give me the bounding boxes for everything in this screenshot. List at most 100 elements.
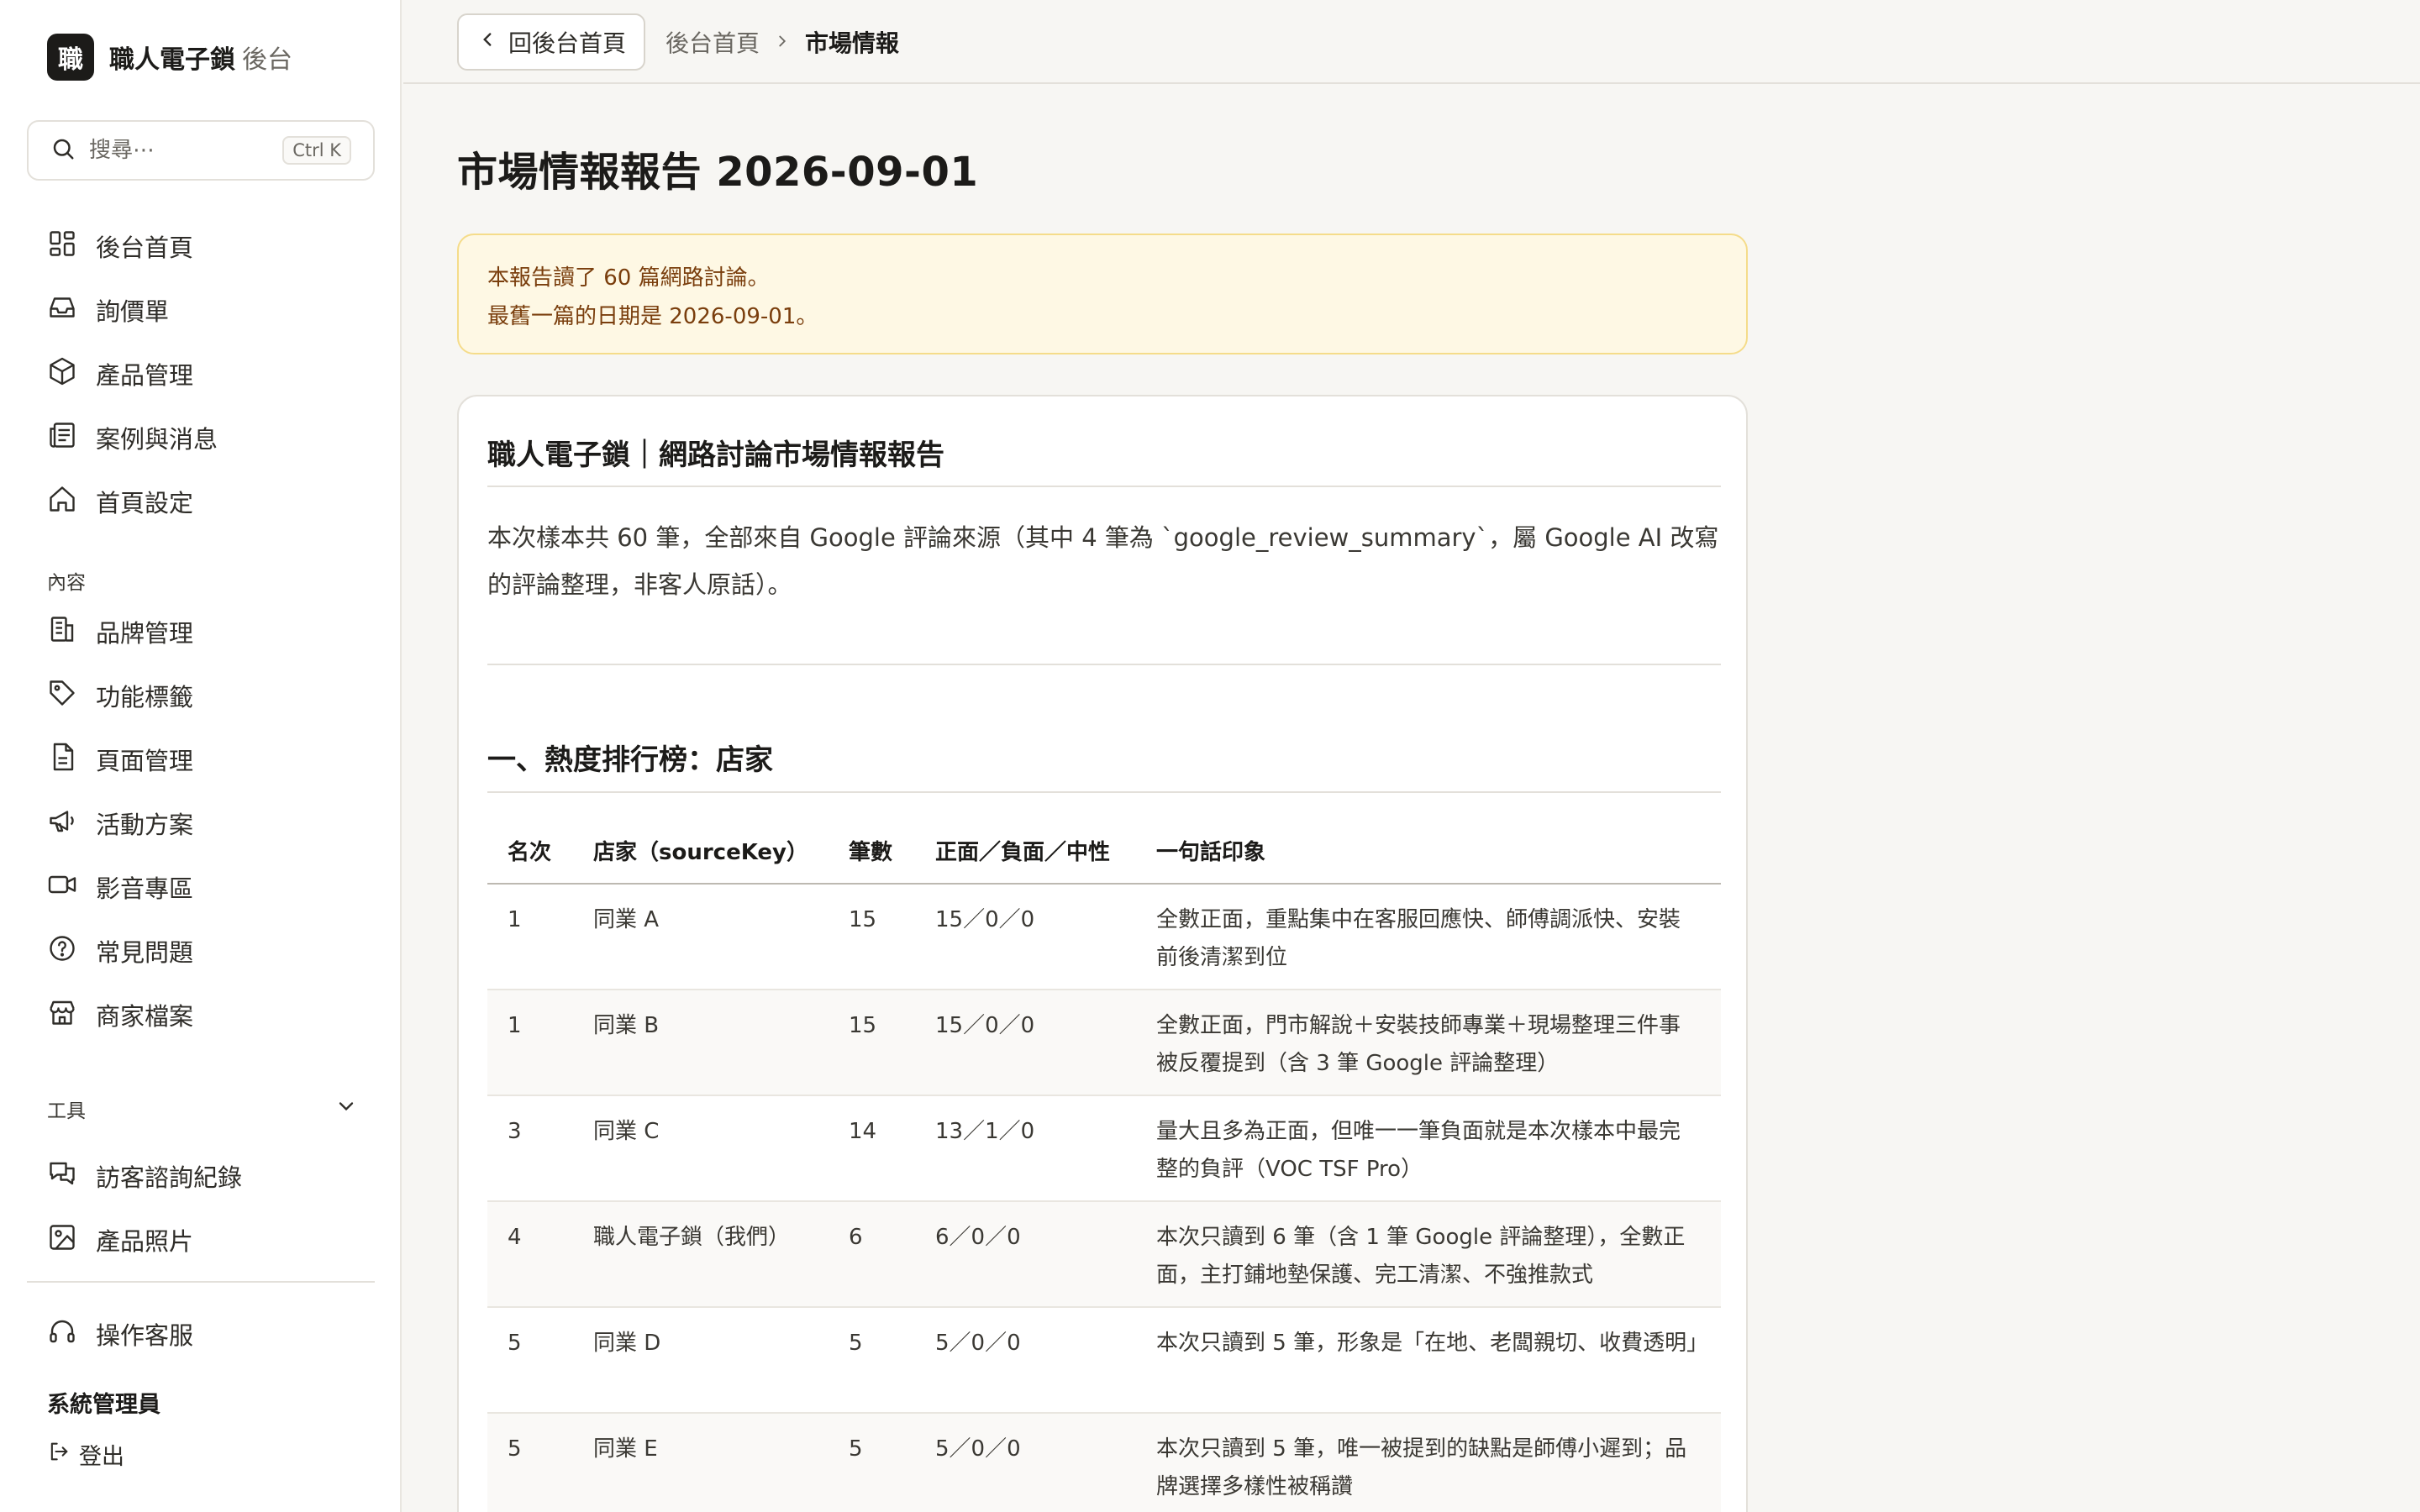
- divider: [487, 791, 1721, 793]
- report-intro: 本次樣本共 60 筆，全部來自 Google 評論來源（其中 4 筆為 `goo…: [487, 523, 1719, 599]
- divider: [487, 486, 1721, 487]
- sidebar-divider: [27, 1281, 375, 1283]
- table-cell: 5: [829, 1307, 915, 1414]
- sidebar-item-label: 產品管理: [96, 361, 194, 390]
- table-cell: 5: [487, 1413, 573, 1512]
- sidebar-item-label: 功能標籤: [96, 683, 194, 711]
- back-button-label: 回後台首頁: [508, 29, 626, 57]
- sidebar-item-dashboard[interactable]: 後台首頁: [47, 223, 366, 270]
- help-circle-icon: [47, 933, 77, 969]
- chevron-left-icon: [476, 29, 498, 56]
- sidebar-item-feature-tags[interactable]: 功能標籤: [47, 672, 366, 719]
- table-cell: 本次只讀到 6 筆（含 1 筆 Google 評論整理），全數正面，主打鋪地墊保…: [1136, 1201, 1721, 1308]
- sidebar-item-label: 商家檔案: [96, 1002, 194, 1031]
- table-cell: 同業 D: [573, 1307, 829, 1414]
- sidebar-item-label: 操作客服: [96, 1321, 194, 1350]
- chevron-down-icon: [334, 1095, 358, 1123]
- table-cell: 1: [487, 990, 573, 1096]
- logout-icon: [47, 1440, 71, 1469]
- column-header: 正面／負面／中性: [915, 818, 1136, 885]
- sidebar-item-products[interactable]: 產品管理: [47, 350, 366, 397]
- table-cell: 同業 E: [573, 1413, 829, 1512]
- column-header: 名次: [487, 818, 573, 885]
- sidebar-item-label: 詢價單: [96, 297, 170, 326]
- table-cell: 5／0／0: [915, 1413, 1136, 1512]
- table-cell: 同業 A: [573, 884, 829, 990]
- tools-section-toggle[interactable]: 工具: [47, 1094, 358, 1124]
- search-box[interactable]: Ctrl K: [27, 120, 375, 181]
- divider: [487, 664, 1721, 665]
- store-icon: [47, 997, 77, 1033]
- table-cell: 同業 C: [573, 1095, 829, 1202]
- newspaper-icon: [47, 420, 77, 456]
- table-row: 5 同業 D 5 5／0／0 本次只讀到 5 筆，形象是「在地、老闆親切、收費透…: [487, 1307, 1721, 1414]
- table-row: 3 同業 C 14 13／1／0 量大且多為正面，但唯一一筆負面就是本次樣本中最…: [487, 1095, 1721, 1202]
- column-header: 店家（sourceKey）: [573, 818, 829, 885]
- table-cell: 15: [829, 990, 915, 1096]
- notice-line-1: 本報告讀了 60 篇網路討論。: [487, 265, 770, 291]
- box-icon: [47, 356, 77, 392]
- sidebar-item-product-photos[interactable]: 產品照片: [47, 1216, 366, 1263]
- image-icon: [47, 1222, 77, 1258]
- sidebar-item-quotes[interactable]: 詢價單: [47, 286, 366, 333]
- sidebar-item-videos[interactable]: 影音專區: [47, 864, 366, 911]
- sidebar-item-brands[interactable]: 品牌管理: [47, 608, 366, 655]
- table-row: 5 同業 E 5 5／0／0 本次只讀到 5 筆，唯一被提到的缺點是師傅小遲到；…: [487, 1413, 1721, 1512]
- table-cell: 本次只讀到 5 筆，形象是「在地、老闆親切、收費透明」: [1136, 1307, 1721, 1414]
- table-cell: 15／0／0: [915, 884, 1136, 990]
- sidebar-item-campaigns[interactable]: 活動方案: [47, 800, 366, 847]
- table-row: 4 職人電子鎖（我們） 6 6／0／0 本次只讀到 6 筆（含 1 筆 Goog…: [487, 1201, 1721, 1308]
- table-cell: 本次只讀到 5 筆，唯一被提到的缺點是師傅小遲到；品牌選擇多樣性被稱讚: [1136, 1413, 1721, 1512]
- chevron-right-icon: [773, 29, 792, 56]
- breadcrumb-current: 市場情報: [805, 29, 900, 57]
- notice-line-2: 最舊一篇的日期是 2026-09-01。: [487, 304, 818, 329]
- sidebar-item-label: 常見問題: [96, 938, 194, 967]
- table-cell: 13／1／0: [915, 1095, 1136, 1202]
- brand-logo: 職: [47, 34, 94, 81]
- sidebar-item-faq[interactable]: 常見問題: [47, 927, 366, 974]
- table-cell: 量大且多為正面，但唯一一筆負面就是本次樣本中最完整的負評（VOC TSF Pro…: [1136, 1095, 1721, 1202]
- section-label-tools: 工具: [47, 1100, 86, 1122]
- sidebar-item-pages[interactable]: 頁面管理: [47, 736, 366, 783]
- chat-icon: [47, 1158, 77, 1194]
- dashboard-icon: [47, 228, 77, 265]
- table-cell: 5: [829, 1413, 915, 1512]
- search-input[interactable]: [89, 138, 283, 163]
- headset-icon: [47, 1316, 77, 1352]
- table-cell: 全數正面，門市解說＋安裝技師專業＋現場整理三件事被反覆提到（含 3 筆 Goog…: [1136, 990, 1721, 1096]
- building-icon: [47, 614, 77, 650]
- file-icon: [47, 742, 77, 778]
- sidebar-item-merchant-profile[interactable]: 商家檔案: [47, 991, 366, 1038]
- sidebar-item-home-settings[interactable]: 首頁設定: [47, 478, 366, 525]
- sidebar-item-label: 活動方案: [96, 811, 194, 839]
- table-cell: 6／0／0: [915, 1201, 1136, 1308]
- brand[interactable]: 職 職人電子鎖 後台: [47, 34, 292, 81]
- sidebar-item-label: 首頁設定: [96, 489, 194, 517]
- table-cell: 職人電子鎖（我們）: [573, 1201, 829, 1308]
- sidebar-item-cases-news[interactable]: 案例與消息: [47, 414, 366, 461]
- brand-suffix: 後台: [242, 45, 292, 75]
- table-header-row: 名次 店家（sourceKey） 筆數 正面／負面／中性 一句話印象: [487, 818, 1721, 885]
- sidebar-item-visitor-inquiries[interactable]: 訪客諮詢紀錄: [47, 1152, 366, 1200]
- table-cell: 14: [829, 1095, 915, 1202]
- table-cell: 全數正面，重點集中在客服回應快、師傅調派快、安裝前後清潔到位: [1136, 884, 1721, 990]
- back-to-dashboard-button[interactable]: 回後台首頁: [457, 13, 645, 71]
- table-cell: 4: [487, 1201, 573, 1308]
- topbar: 回後台首頁 後台首頁 市場情報: [403, 0, 2420, 84]
- table-cell: 同業 B: [573, 990, 829, 1096]
- sidebar-item-support[interactable]: 操作客服: [47, 1310, 366, 1357]
- table-cell: 5／0／0: [915, 1307, 1136, 1414]
- breadcrumb-link-dashboard[interactable]: 後台首頁: [666, 25, 760, 59]
- report-card: 職人電子鎖｜網路討論市場情報報告 本次樣本共 60 筆，全部來自 Google …: [457, 395, 1748, 1512]
- search-shortcut-badge: Ctrl K: [282, 136, 351, 165]
- column-header: 筆數: [829, 818, 915, 885]
- table-cell: 3: [487, 1095, 573, 1202]
- table-cell: 15: [829, 884, 915, 990]
- video-icon: [47, 869, 77, 906]
- user-role-label: 系統管理員: [47, 1392, 160, 1418]
- logout-button[interactable]: 登出: [47, 1438, 124, 1471]
- store-ranking-table: 名次 店家（sourceKey） 筆數 正面／負面／中性 一句話印象 1 同業 …: [487, 818, 1721, 1512]
- table-cell: 6: [829, 1201, 915, 1308]
- sidebar-item-label: 產品照片: [96, 1227, 194, 1256]
- table-cell: 15／0／0: [915, 990, 1136, 1096]
